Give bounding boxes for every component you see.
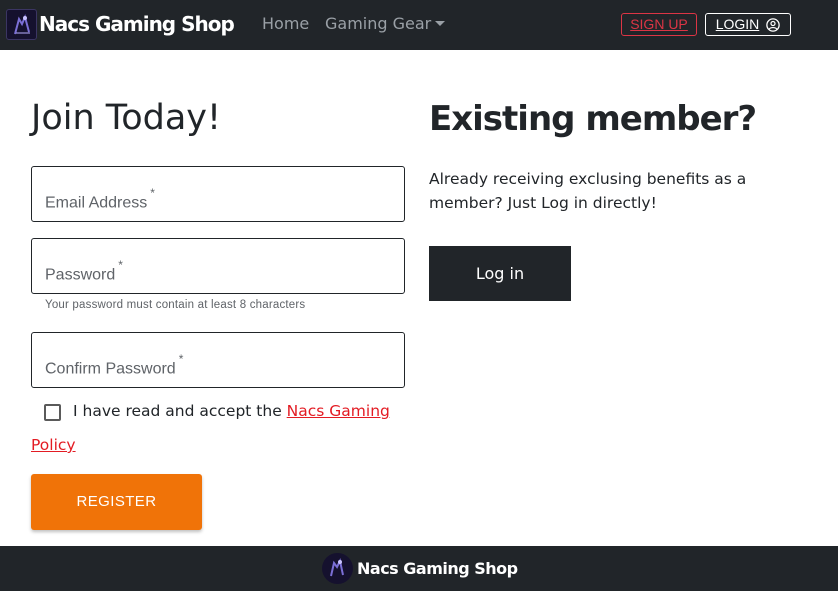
policy-link[interactable]: Nacs Gaming bbox=[287, 402, 390, 420]
existing-member-description: Already receiving exclusing benefits as … bbox=[429, 170, 747, 212]
password-placeholder: Password* bbox=[45, 258, 123, 284]
footer-brand-name: Nacs Gaming Shop bbox=[357, 559, 518, 578]
email-placeholder: Email Address* bbox=[45, 186, 155, 212]
accept-policy-label: I have read and accept the bbox=[73, 402, 287, 420]
login-button-label: LOGIN bbox=[715, 16, 760, 32]
password-field[interactable]: Password* bbox=[31, 238, 405, 294]
required-mark: * bbox=[178, 352, 184, 366]
join-today-heading: Join Today! bbox=[31, 98, 222, 138]
signup-button[interactable]: SIGN UP bbox=[621, 13, 697, 36]
login-button[interactable]: LOGIN bbox=[705, 13, 791, 36]
nav-link-home[interactable]: Home bbox=[262, 14, 309, 33]
user-circle-icon bbox=[766, 17, 781, 32]
password-placeholder-text: Password bbox=[45, 266, 116, 284]
top-navbar: Nacs Gaming Shop Home Gaming Gear SIGN U… bbox=[0, 0, 838, 50]
nav-link-gaming-gear[interactable]: Gaming Gear bbox=[325, 14, 446, 33]
brand-name: Nacs Gaming Shop bbox=[39, 12, 235, 36]
accept-policy-text: I have read and accept the Nacs Gaming bbox=[73, 402, 390, 420]
log-in-button[interactable]: Log in bbox=[429, 246, 571, 301]
nav-link-gaming-gear-label: Gaming Gear bbox=[325, 14, 432, 33]
footer: Nacs Gaming Shop bbox=[0, 546, 838, 591]
required-mark: * bbox=[150, 186, 155, 200]
policy-link-line2: Policy bbox=[31, 436, 76, 454]
gaming-logo-icon bbox=[6, 8, 37, 40]
email-field[interactable]: Email Address* bbox=[31, 166, 405, 222]
required-mark: * bbox=[118, 258, 123, 272]
password-helper-text: Your password must contain at least 8 ch… bbox=[45, 299, 306, 311]
footer-brand[interactable]: Nacs Gaming Shop bbox=[322, 553, 518, 584]
register-button[interactable]: REGISTER bbox=[31, 474, 202, 530]
accept-policy-checkbox[interactable] bbox=[44, 404, 61, 421]
brand[interactable]: Nacs Gaming Shop bbox=[6, 8, 235, 40]
confirm-password-placeholder: Confirm Password* bbox=[45, 352, 183, 378]
existing-member-heading: Existing member? bbox=[429, 99, 757, 139]
email-placeholder-text: Email Address bbox=[45, 194, 148, 212]
confirm-password-field[interactable]: Confirm Password* bbox=[31, 332, 405, 388]
confirm-password-placeholder-text: Confirm Password bbox=[45, 360, 176, 378]
caret-down-icon bbox=[435, 21, 446, 26]
gaming-logo-icon bbox=[322, 553, 353, 584]
policy-link-continued[interactable]: Policy bbox=[31, 436, 76, 454]
